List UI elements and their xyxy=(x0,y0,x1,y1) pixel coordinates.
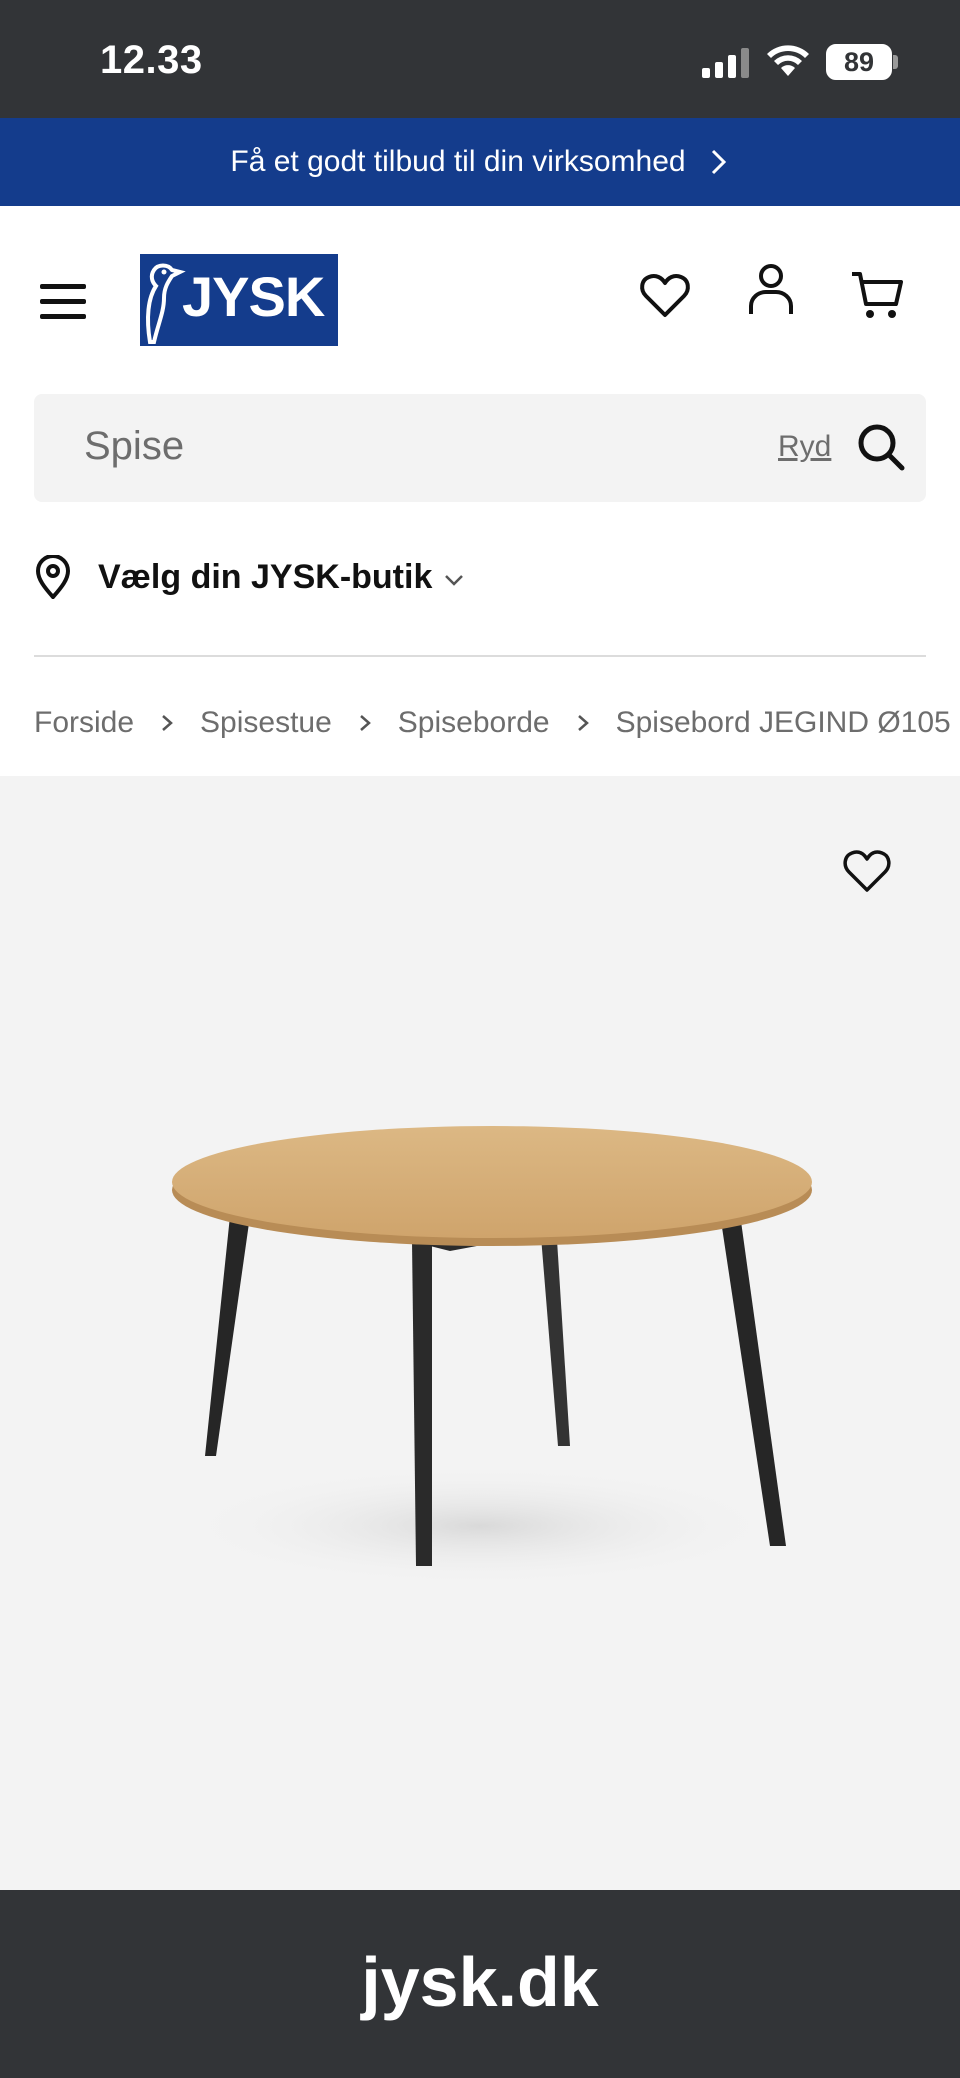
store-selector[interactable]: Vælg din JYSK-butik xyxy=(34,552,464,602)
menu-icon[interactable] xyxy=(40,282,86,320)
breadcrumb-item-home[interactable]: Forside xyxy=(34,706,134,740)
breadcrumb-item-dining-room[interactable]: Spisestue xyxy=(200,706,332,740)
breadcrumb-item-dining-tables[interactable]: Spiseborde xyxy=(398,706,550,740)
status-time: 12.33 xyxy=(100,38,203,82)
jysk-logo[interactable]: JYSK xyxy=(140,254,338,346)
wifi-icon xyxy=(767,45,809,76)
product-image-dining-table[interactable] xyxy=(150,1086,820,1586)
battery-cap xyxy=(893,55,898,69)
logo-text: JYSK xyxy=(182,265,325,328)
breadcrumb-item-current-product: Spisebord JEGIND Ø105 xyxy=(615,706,951,739)
business-offer-text: Få et godt tilbud til din virksomhed xyxy=(230,145,686,178)
store-selector-label: Vælg din JYSK-butik xyxy=(98,557,433,596)
battery-level: 89 xyxy=(843,47,875,77)
cart-icon[interactable] xyxy=(850,268,904,322)
chevron-right-icon xyxy=(162,715,173,731)
page: 12.33 89 Få et godt tilbud til din virks… xyxy=(0,0,960,2078)
add-to-wishlist-heart-icon[interactable] xyxy=(842,848,892,894)
breadcrumb: Forside Spisestue Spiseborde Spisebord J… xyxy=(34,700,951,746)
url-text: jysk.dk xyxy=(361,1943,599,2021)
site-header: JYSK xyxy=(0,206,960,390)
chevron-right-icon xyxy=(359,715,371,731)
clear-search-link[interactable]: Ryd xyxy=(778,430,831,464)
business-offer-banner[interactable]: Få et godt tilbud til din virksomhed xyxy=(0,118,960,206)
search-field[interactable]: Spise Ryd xyxy=(34,394,926,502)
product-gallery[interactable] xyxy=(0,776,960,1890)
chevron-right-icon xyxy=(711,149,726,175)
heart-icon[interactable] xyxy=(638,268,692,322)
search-input[interactable]: Spise xyxy=(84,424,184,469)
jysk-bird-icon xyxy=(146,263,186,344)
status-bar: 12.33 89 xyxy=(0,0,960,118)
chevron-right-icon xyxy=(577,715,589,731)
battery-indicator: 89 xyxy=(826,44,892,80)
chevron-down-icon xyxy=(445,575,464,586)
location-pin-icon xyxy=(35,555,71,599)
divider xyxy=(34,655,926,657)
browser-url-bar[interactable]: jysk.dk xyxy=(0,1890,960,2078)
search-icon[interactable] xyxy=(856,422,906,472)
cellular-signal-icon xyxy=(702,48,749,78)
user-icon[interactable] xyxy=(744,262,798,316)
